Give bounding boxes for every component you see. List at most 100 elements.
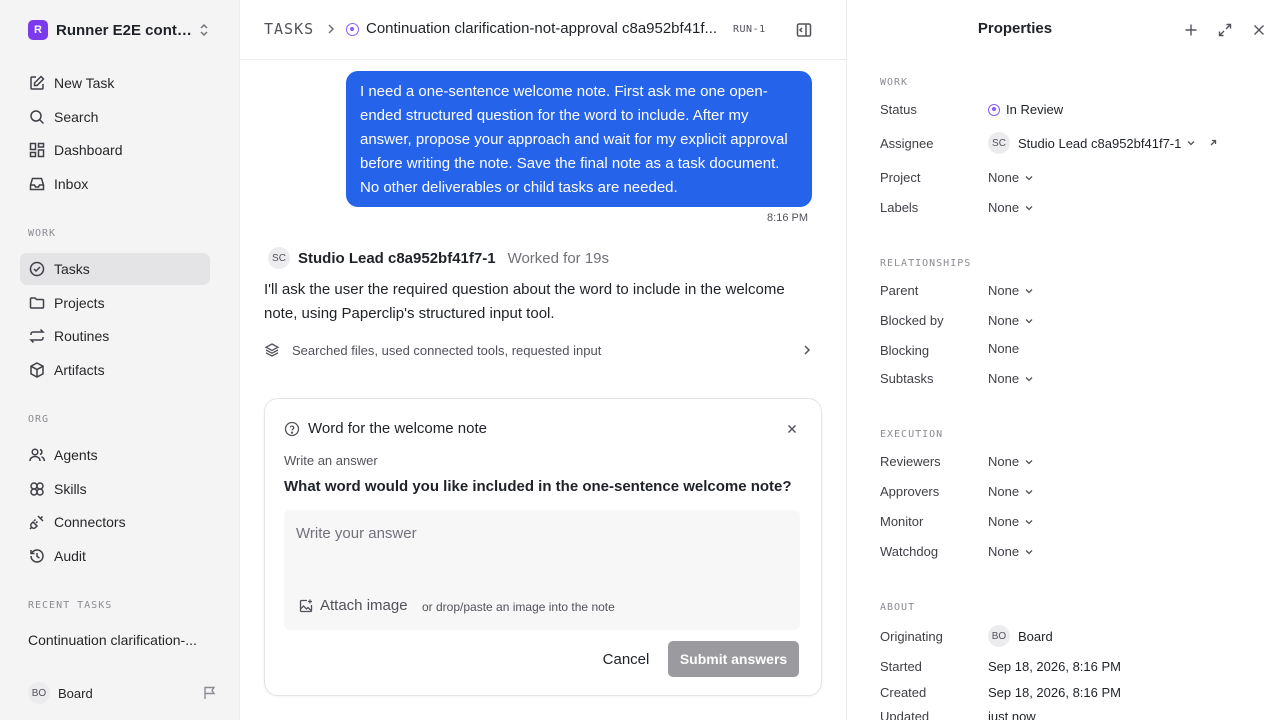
nav-skills[interactable]: Skills <box>20 473 210 505</box>
nav-dashboard[interactable]: Dashboard <box>20 134 210 166</box>
parent-label: Parent <box>880 283 919 298</box>
box-icon <box>30 362 44 378</box>
about-section-label: ABOUT <box>880 602 916 613</box>
close-icon[interactable] <box>1251 22 1267 38</box>
check-circle-icon <box>29 261 45 277</box>
answer-input[interactable] <box>296 518 786 548</box>
chevron-up-down-icon <box>200 23 208 37</box>
blocked-by-text: None <box>988 313 1020 328</box>
workspace-logo: R <box>28 20 48 40</box>
parent-text: None <box>988 283 1020 298</box>
search-icon <box>30 110 45 125</box>
chevron-down-icon <box>1025 205 1033 210</box>
cancel-button[interactable]: Cancel <box>591 641 661 677</box>
watchdog-value[interactable]: None <box>988 544 1035 559</box>
labels-label: Labels <box>880 200 919 215</box>
recent-section-label: RECENT TASKS <box>28 600 113 611</box>
subtasks-value[interactable]: None <box>988 371 1035 386</box>
nav-projects[interactable]: Projects <box>20 287 210 319</box>
status-icon <box>988 103 1000 116</box>
nav-connectors[interactable]: Connectors <box>20 506 210 538</box>
approvers-value[interactable]: None <box>988 484 1035 499</box>
nav-label: Artifacts <box>54 362 105 378</box>
originating-text: Board <box>1018 628 1053 644</box>
started-label: Started <box>880 659 922 674</box>
nav-artifacts[interactable]: Artifacts <box>20 354 210 386</box>
close-icon[interactable] <box>785 422 799 436</box>
status-value[interactable]: In Review <box>988 102 1063 117</box>
expand-icon[interactable] <box>1217 22 1233 38</box>
nav-tasks[interactable]: Tasks <box>20 253 210 285</box>
reviewers-label: Reviewers <box>880 454 941 469</box>
nav-label: Skills <box>54 481 87 497</box>
properties-panel: Properties WORK Status In Review Assigne… <box>846 0 1280 720</box>
originating-label: Originating <box>880 629 943 644</box>
chevron-right-icon <box>328 24 335 34</box>
user-menu[interactable]: BO Board <box>28 682 218 704</box>
external-link-icon[interactable] <box>1207 137 1219 149</box>
question-text: What word would you like included in the… <box>284 478 792 495</box>
history-icon <box>30 549 44 563</box>
chevron-down-icon <box>1025 288 1033 293</box>
agent-message: I'll ask the user the required question … <box>264 281 785 322</box>
flag-icon[interactable] <box>202 685 218 701</box>
image-add-icon <box>299 599 313 612</box>
chevron-down-icon <box>1025 376 1033 381</box>
blocked-by-label: Blocked by <box>880 313 944 328</box>
subtasks-label: Subtasks <box>880 371 934 386</box>
question-subtitle: Write an answer <box>284 453 378 468</box>
repeat-icon <box>29 328 45 344</box>
workspace-switcher[interactable]: R Runner E2E conti... <box>28 18 218 42</box>
plus-icon[interactable] <box>1183 22 1199 38</box>
originating-value: BO Board <box>988 625 1053 647</box>
monitor-value[interactable]: None <box>988 514 1035 529</box>
chevron-down-icon <box>1025 549 1033 554</box>
panel-toggle-icon[interactable] <box>795 21 813 39</box>
submit-answers-button[interactable]: Submit answers <box>668 641 799 677</box>
workspace-name: Runner E2E conti... <box>56 21 192 39</box>
nav-label: Inbox <box>54 176 89 192</box>
layers-icon <box>264 343 280 357</box>
created-value: Sep 18, 2026, 8:16 PM <box>988 685 1121 700</box>
help-circle-icon <box>284 421 300 437</box>
recent-task-item[interactable]: Continuation clarification-... <box>28 632 212 648</box>
assignee-value[interactable]: SC Studio Lead c8a952bf41f7-1 <box>988 132 1219 154</box>
work-section-label: WORK <box>880 77 909 88</box>
users-icon <box>29 448 46 462</box>
parent-value[interactable]: None <box>988 283 1035 298</box>
nav-audit[interactable]: Audit <box>20 540 210 572</box>
chevron-down-icon <box>1187 141 1195 146</box>
chevron-down-icon <box>1025 459 1033 464</box>
nav-label: Routines <box>54 328 110 344</box>
reviewers-value[interactable]: None <box>988 454 1035 469</box>
labels-text: None <box>988 200 1020 215</box>
agent-name: Studio Lead c8a952bf41f7-1 <box>298 249 496 267</box>
nav-new-task[interactable]: New Task <box>20 67 210 99</box>
properties-title: Properties <box>977 20 1053 37</box>
dashboard-icon <box>29 142 45 158</box>
project-value[interactable]: None <box>988 170 1035 185</box>
nav-label: Dashboard <box>54 142 123 158</box>
labels-value[interactable]: None <box>988 200 1035 215</box>
breadcrumb-tasks[interactable]: TASKS <box>264 20 314 38</box>
blocked-by-value[interactable]: None <box>988 313 1035 328</box>
nav-inbox[interactable]: Inbox <box>20 168 210 200</box>
chevron-down-icon <box>1025 318 1033 323</box>
attach-image-button[interactable]: Attach image <box>298 597 408 614</box>
nav-search[interactable]: Search <box>20 101 210 133</box>
nav-routines[interactable]: Routines <box>20 320 210 352</box>
reviewers-text: None <box>988 454 1020 469</box>
project-label: Project <box>880 170 921 185</box>
main-panel: TASKS Continuation clarification-not-app… <box>240 0 846 720</box>
status-label: Status <box>880 102 917 117</box>
nav-agents[interactable]: Agents <box>20 439 210 471</box>
execution-section-label: EXECUTION <box>880 429 944 440</box>
monitor-label: Monitor <box>880 514 924 529</box>
activity-text: Searched files, used connected tools, re… <box>292 342 602 358</box>
watchdog-label: Watchdog <box>880 544 939 559</box>
nav-label: Search <box>54 109 99 125</box>
edit-icon <box>30 75 45 90</box>
message-timestamp: 8:16 PM <box>767 212 808 224</box>
subtasks-text: None <box>988 371 1020 386</box>
activity-summary[interactable]: Searched files, used connected tools, re… <box>264 338 814 362</box>
